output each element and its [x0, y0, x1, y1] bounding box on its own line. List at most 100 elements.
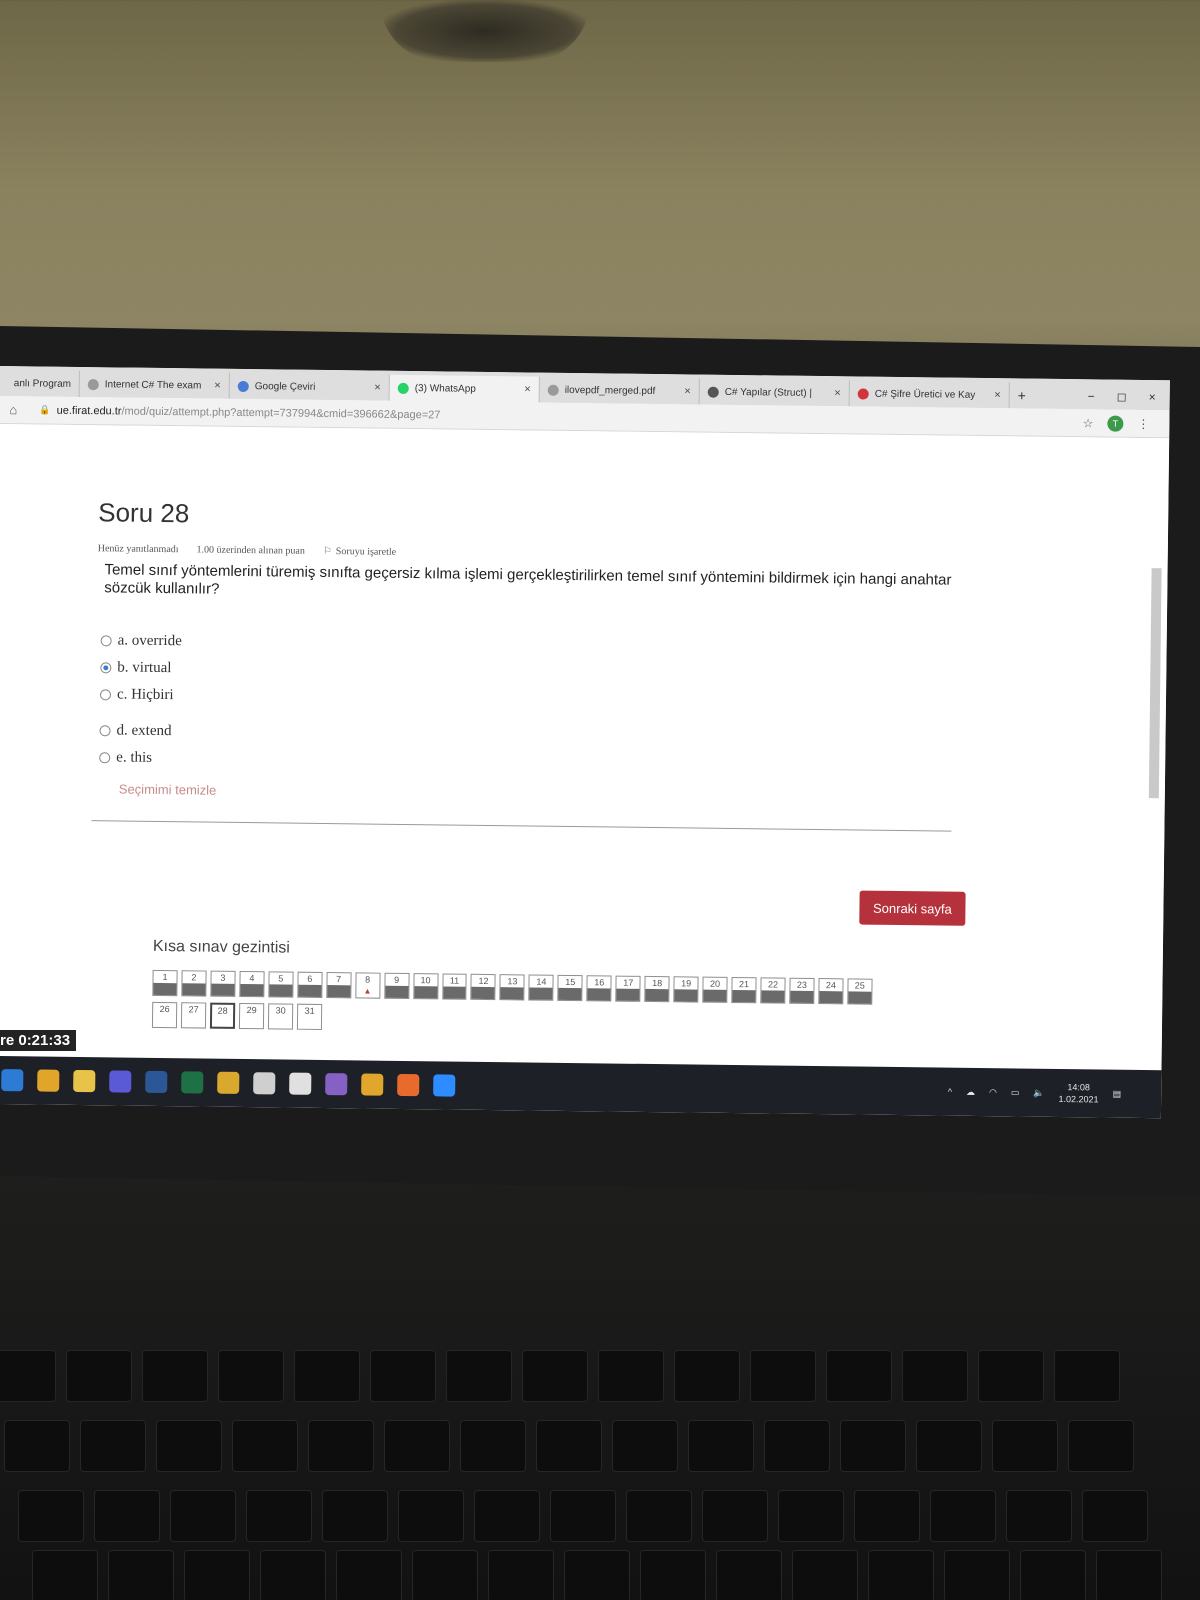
new-tab-button[interactable]: + — [1010, 382, 1035, 408]
star-app-icon[interactable] — [361, 1073, 384, 1096]
battery-icon[interactable]: ▭ — [1011, 1087, 1020, 1098]
answered-indicator — [240, 983, 264, 997]
tab-close-icon[interactable]: × — [368, 382, 381, 394]
nav-question-button[interactable]: 26 — [151, 1001, 178, 1029]
nav-question-button[interactable]: 16 — [586, 975, 612, 1002]
tray-chevron-icon[interactable]: ^ — [948, 1087, 952, 1097]
answer-option[interactable]: c. Hiçbiri — [99, 681, 181, 709]
nav-question-button[interactable]: 3 — [210, 970, 236, 997]
nav-question-button[interactable]: 24 — [818, 978, 844, 1005]
browser-tab[interactable]: anlı Program× — [0, 369, 80, 397]
next-page-button[interactable]: Sonraki sayfa — [859, 890, 966, 926]
browser-tab[interactable]: C# Yapılar (Struct) | × — [699, 378, 850, 407]
volume-icon[interactable]: 🔈 — [1033, 1087, 1044, 1098]
answer-radio[interactable] — [99, 752, 111, 764]
browser-tab[interactable]: Internet C# The exam × — [79, 370, 230, 399]
nav-question-button[interactable]: 9 — [383, 972, 410, 1000]
ceiling-shadow — [380, 0, 590, 62]
answer-radio[interactable] — [100, 662, 112, 674]
browser-menu-icon[interactable]: ⋮ — [1137, 416, 1149, 430]
wifi-icon[interactable]: ◠ — [989, 1087, 997, 1098]
answer-option[interactable]: a. override — [100, 627, 182, 655]
nav-question-button[interactable]: 19 — [673, 976, 699, 1003]
maximize-button[interactable]: ◻ — [1117, 390, 1127, 404]
tab-close-icon[interactable]: × — [208, 380, 221, 392]
home-icon[interactable]: ⌂ — [9, 402, 39, 417]
nav-question-button[interactable]: 31 — [296, 1003, 323, 1030]
answered-indicator — [327, 985, 351, 998]
answer-radio[interactable] — [100, 635, 112, 647]
answer-radio[interactable] — [99, 725, 111, 737]
chrome-icon[interactable] — [37, 1069, 60, 1092]
quiz-timer: re 0:21:33 — [0, 1030, 77, 1051]
tab-close-icon[interactable]: × — [678, 385, 691, 397]
answered-indicator — [471, 986, 495, 1000]
keyboard-key — [232, 1420, 298, 1472]
nav-question-button[interactable]: 12 — [470, 973, 497, 1001]
nav-question-button[interactable]: 13 — [499, 974, 525, 1001]
nav-question-number: 20 — [710, 978, 721, 989]
lock-icon[interactable]: 🔒 — [39, 404, 50, 415]
tab-close-icon[interactable]: × — [828, 387, 841, 399]
nav-question-button[interactable]: 18 — [644, 975, 670, 1003]
bookmark-star-icon[interactable]: ☆ — [1083, 416, 1094, 430]
flag-question-link[interactable]: ⚐ Soruyu işaretle — [323, 546, 396, 558]
nav-question-button[interactable]: 29 — [238, 1002, 265, 1030]
tab-close-icon[interactable]: × — [518, 383, 531, 395]
3d-icon[interactable] — [289, 1072, 312, 1095]
minimize-button[interactable]: − — [1088, 389, 1095, 403]
answer-label: b. virtual — [117, 659, 172, 677]
nav-question-button[interactable]: 8 ▲ — [354, 972, 381, 999]
photos-icon[interactable] — [217, 1071, 240, 1094]
excel-icon[interactable] — [181, 1071, 204, 1094]
nav-question-button[interactable]: 10 — [412, 973, 439, 1000]
nav-question-button[interactable]: 4 — [239, 970, 265, 998]
edge-icon[interactable] — [1, 1069, 24, 1092]
answer-option[interactable]: e. this — [99, 744, 180, 772]
nav-question-button[interactable]: 5 — [268, 971, 294, 998]
onedrive-icon[interactable]: ☁ — [966, 1086, 975, 1097]
visual-studio-icon[interactable] — [325, 1073, 348, 1096]
nav-question-button[interactable]: 25 — [847, 978, 873, 1005]
taskbar-clock[interactable]: 14:08 1.02.2021 — [1058, 1081, 1099, 1105]
file-explorer-icon[interactable] — [73, 1069, 96, 1093]
nav-question-number: 19 — [681, 978, 692, 989]
browser-tab[interactable]: (3) WhatsApp × — [389, 374, 540, 403]
nav-question-button[interactable]: 7 — [326, 972, 352, 999]
page-scrollbar[interactable] — [1148, 568, 1162, 799]
browser-tab[interactable]: Google Çeviri × — [229, 372, 390, 401]
nav-question-button[interactable]: 27 — [180, 1002, 207, 1029]
nav-question-button[interactable]: 14 — [528, 974, 554, 1001]
nav-question-button[interactable]: 2 — [181, 970, 207, 997]
keyboard-key — [322, 1490, 388, 1542]
answer-radio[interactable] — [99, 689, 112, 701]
nav-row: 26 27 28 29 30 31 — [151, 1001, 872, 1037]
nav-question-button[interactable]: 28 — [209, 1002, 236, 1029]
nav-question-button[interactable]: 17 — [615, 975, 641, 1002]
nav-question-button[interactable]: 15 — [557, 974, 583, 1002]
notification-icon[interactable]: ▤ — [1113, 1088, 1122, 1099]
answered-indicator — [269, 984, 293, 997]
nav-question-button[interactable]: 21 — [731, 976, 757, 1004]
answer-option[interactable]: d. extend — [99, 717, 180, 745]
tab-close-icon[interactable]: × — [988, 389, 1001, 401]
url-field[interactable]: ue.firat.edu.tr/mod/quiz/attempt.php?att… — [57, 404, 441, 421]
nav-question-button[interactable]: 1 — [152, 969, 178, 997]
nav-question-button[interactable]: 23 — [789, 977, 815, 1004]
profile-avatar[interactable]: T — [1107, 415, 1124, 432]
nav-question-button[interactable]: 20 — [702, 976, 728, 1003]
nav-question-button[interactable]: 6 — [297, 971, 323, 998]
nav-question-button[interactable]: 11 — [441, 973, 468, 1000]
answer-option[interactable]: b. virtual — [100, 654, 181, 682]
pen-app-icon[interactable] — [397, 1073, 420, 1097]
browser-tab[interactable]: ilovepdf_merged.pdf × — [539, 376, 700, 405]
word-icon[interactable] — [145, 1070, 168, 1094]
browser-tab[interactable]: C# Şifre Üretici ve Kay × — [849, 380, 1010, 409]
store-icon[interactable] — [109, 1070, 132, 1093]
nav-question-button[interactable]: 22 — [760, 977, 786, 1004]
clear-choice-link[interactable]: Seçimimi temizle — [119, 781, 217, 797]
close-window-button[interactable]: × — [1149, 390, 1156, 404]
window-icon[interactable] — [253, 1072, 276, 1095]
nav-question-button[interactable]: 30 — [267, 1003, 294, 1030]
zoom-icon[interactable] — [433, 1074, 456, 1097]
